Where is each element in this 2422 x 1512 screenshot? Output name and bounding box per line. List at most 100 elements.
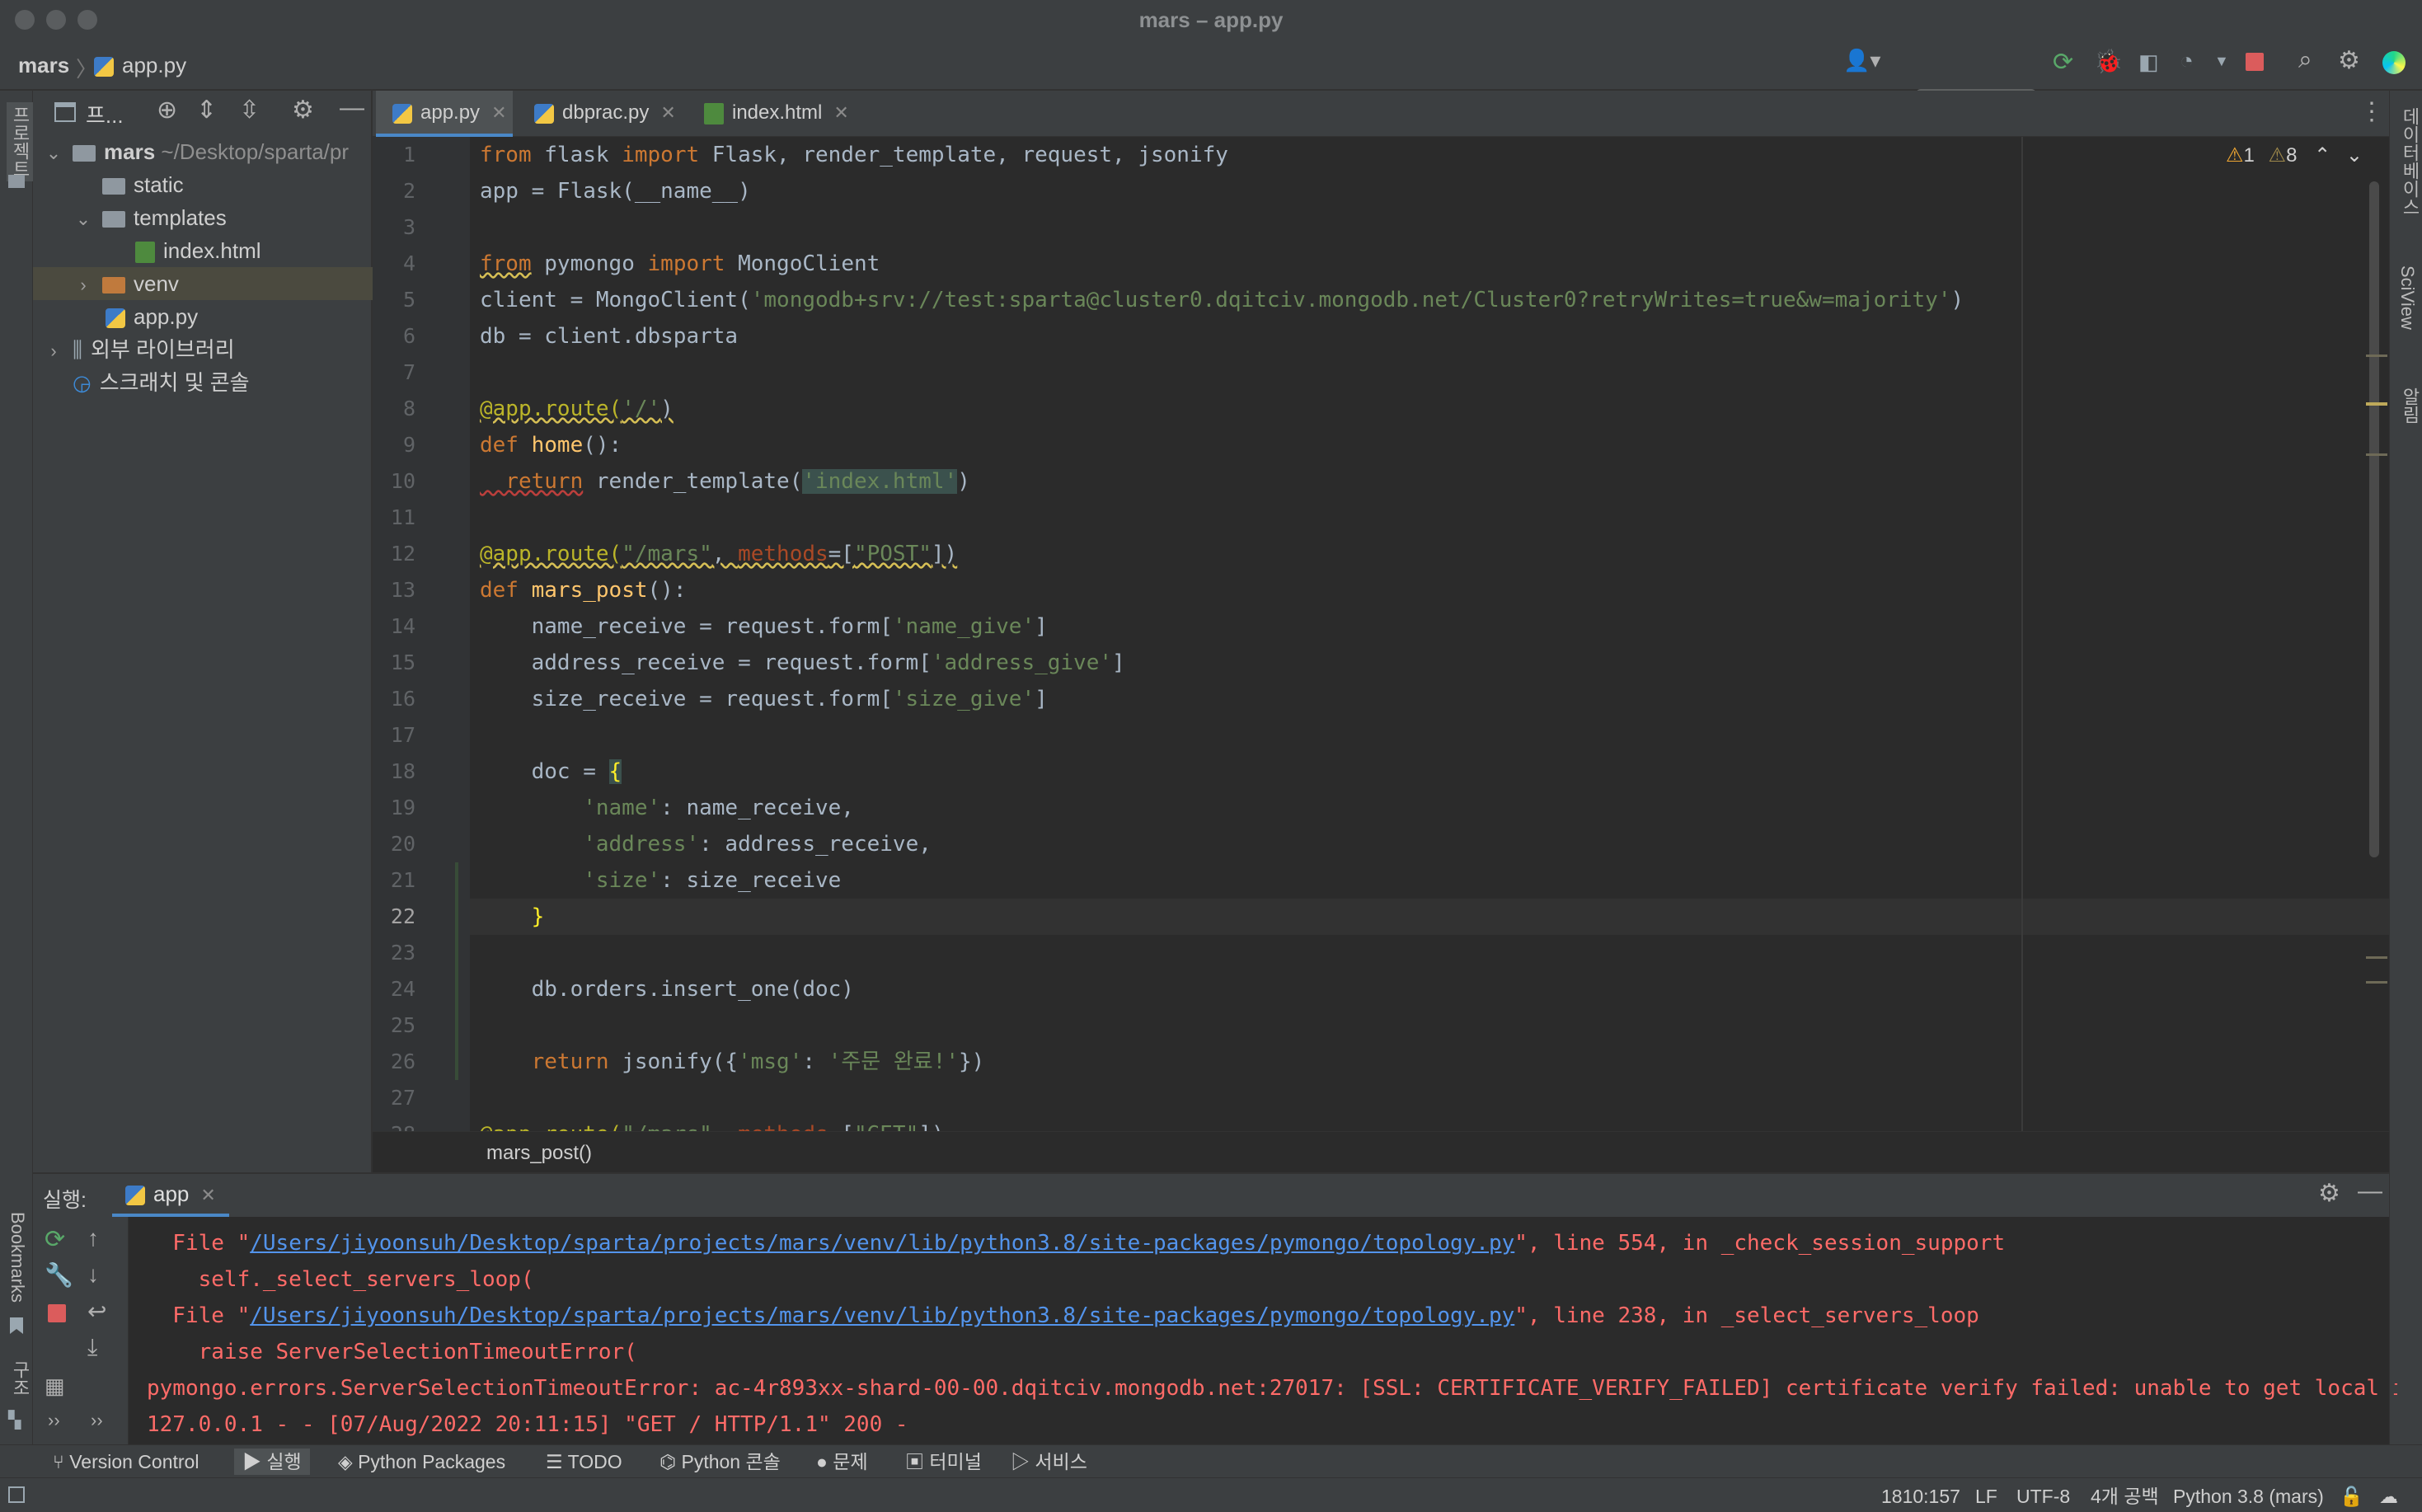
more-tabs-icon[interactable]: ⋮ xyxy=(2359,97,2384,126)
tab-label: app.py xyxy=(420,101,481,124)
database-tool-button[interactable]: 데이터베이스 xyxy=(2396,107,2422,216)
warning-count: 1 xyxy=(2243,144,2255,167)
file-encoding[interactable]: UTF-8 xyxy=(2016,1484,2070,1509)
breadcrumb-file[interactable]: app.py xyxy=(94,53,186,78)
weak-warning-stripe[interactable] xyxy=(2366,981,2387,984)
tool-python-console[interactable]: ⌬ Python 콘솔 xyxy=(659,1449,781,1475)
tree-item-venv[interactable]: › venv xyxy=(33,267,373,300)
gear-icon[interactable]: ⚙ xyxy=(2318,1179,2340,1208)
structure-tool-button[interactable]: 구조 xyxy=(7,1360,33,1397)
tab-dbprac-py[interactable]: dbprac.py ✕ xyxy=(518,91,683,137)
rerun-icon[interactable]: ⟳ xyxy=(2053,48,2073,77)
sciview-tool-button[interactable]: SciView xyxy=(2396,265,2418,330)
collapse-all-icon[interactable]: ⇳ xyxy=(239,96,260,124)
services-icon: ▷ xyxy=(1011,1451,1035,1472)
warning-stripe[interactable] xyxy=(2366,402,2387,406)
arrow-up-icon[interactable]: ↑ xyxy=(87,1225,99,1251)
folder-icon xyxy=(102,178,125,195)
breadcrumb-function[interactable]: mars_post() xyxy=(486,1142,592,1165)
more-run-options-icon[interactable]: ▼ xyxy=(2214,53,2229,70)
html-file-icon xyxy=(704,102,724,124)
close-icon[interactable]: ✕ xyxy=(833,102,848,123)
tool-todo[interactable]: ☰ TODO xyxy=(546,1449,622,1475)
inspection-widget[interactable]: ⚠1 ⚠8 ⌃ ⌄ xyxy=(2226,143,2363,167)
arrow-down-icon[interactable]: ↓ xyxy=(87,1261,99,1288)
lock-icon[interactable]: 🔓 xyxy=(2340,1484,2363,1509)
weak-warning-icon: ⚠ xyxy=(2268,144,2287,167)
search-icon[interactable]: ⌕ xyxy=(2298,46,2312,74)
tree-item-mars[interactable]: ⌄ mars ~/Desktop/sparta/pr xyxy=(33,135,373,168)
weak-warning-stripe[interactable] xyxy=(2366,453,2387,456)
tree-item-templates[interactable]: ⌄ templates xyxy=(33,201,373,234)
line-number: 9 xyxy=(402,433,415,457)
line-separator[interactable]: LF xyxy=(1975,1484,1997,1509)
code-line: def home(): xyxy=(480,433,622,458)
scroll-to-end-icon[interactable]: ⤓ xyxy=(87,1334,97,1361)
notification-icon[interactable]: ☁ xyxy=(2379,1484,2398,1509)
python-interpreter[interactable]: Python 3.8 (mars) xyxy=(2173,1484,2324,1509)
code-line: return render_template('index.html') xyxy=(480,469,970,494)
tool-run[interactable]: ▶ 실행 xyxy=(234,1449,310,1475)
close-icon[interactable]: ✕ xyxy=(200,1185,215,1205)
tool-terminal[interactable]: ▣ 터미널 xyxy=(905,1449,982,1475)
project-tool-window-button[interactable]: 프로젝트 xyxy=(7,102,33,181)
tree-item-external-libraries[interactable]: › ⫼ 외부 라이브러리 xyxy=(33,333,373,366)
tab-index-html[interactable]: index.html ✕ xyxy=(688,91,852,137)
tree-item-app-py[interactable]: app.py xyxy=(33,300,373,333)
bookmarks-tool-button[interactable]: Bookmarks xyxy=(7,1212,28,1303)
tool-problems[interactable]: ● 문제 xyxy=(816,1449,868,1475)
indent-setting[interactable]: 4개 공백 xyxy=(2091,1484,2159,1509)
project-panel-title[interactable]: 프... xyxy=(86,99,124,129)
line-number: 18 xyxy=(390,759,415,783)
more-icon[interactable]: ›› xyxy=(48,1410,60,1431)
next-highlight-icon[interactable]: ⌄ xyxy=(2346,144,2363,167)
account-icon[interactable]: 👤▾ xyxy=(1843,48,1886,81)
bookmarks-label: Bookmarks xyxy=(7,1212,28,1303)
tree-item-index-html[interactable]: index.html xyxy=(33,234,373,267)
stop-icon[interactable] xyxy=(48,1304,66,1322)
weak-warning-stripe[interactable] xyxy=(2366,355,2387,357)
stop-icon[interactable] xyxy=(2246,53,2264,71)
tool-version-control[interactable]: ⑂ Version Control xyxy=(53,1449,199,1475)
coverage-icon[interactable]: ◧ xyxy=(2138,49,2159,75)
breadcrumb-project[interactable]: mars xyxy=(18,53,69,78)
tool-services[interactable]: ▷ 서비스 xyxy=(1011,1449,1087,1475)
wrench-icon[interactable]: 🔧 xyxy=(45,1261,73,1289)
caret-position[interactable]: 1810:157 xyxy=(1881,1484,1960,1509)
close-icon[interactable]: ✕ xyxy=(491,102,506,123)
toggle-tool-windows-icon[interactable] xyxy=(8,1486,25,1503)
layout-icon[interactable]: ▦ xyxy=(45,1373,65,1399)
expand-all-icon[interactable]: ⇕ xyxy=(196,96,217,124)
gear-icon[interactable]: ⚙ xyxy=(292,96,314,124)
notifications-tool-button[interactable]: 알림 xyxy=(2396,387,2422,424)
gear-icon[interactable]: ⚙ xyxy=(2338,46,2360,75)
line-number: 10 xyxy=(390,469,415,493)
code-line: db = client.dbsparta xyxy=(480,324,739,349)
rerun-icon[interactable]: ⟳ xyxy=(45,1225,65,1254)
more-icon[interactable]: ›› xyxy=(91,1410,103,1431)
hide-panel-icon[interactable]: — xyxy=(340,94,364,122)
profile-icon[interactable]: ◔ xyxy=(2180,48,2194,74)
close-icon[interactable]: ✕ xyxy=(660,102,675,123)
branch-icon: ⑂ xyxy=(53,1451,70,1472)
soft-wrap-icon[interactable]: ↩ xyxy=(87,1298,106,1325)
locate-file-icon[interactable]: ⊕ xyxy=(157,96,177,124)
chevron-right-icon: › xyxy=(80,275,87,295)
debug-icon[interactable]: 🐞 xyxy=(2094,48,2123,75)
jetbrains-logo-icon[interactable] xyxy=(2382,51,2406,74)
folder-icon xyxy=(8,175,25,188)
tree-item-scratches[interactable]: ◶ 스크래치 및 콘솔 xyxy=(33,366,373,399)
tree-item-static[interactable]: static xyxy=(33,168,373,201)
editor-scrollbar[interactable] xyxy=(2369,181,2379,857)
previous-highlight-icon[interactable]: ⌃ xyxy=(2314,144,2330,167)
file-link[interactable]: /Users/jiyoonsuh/Desktop/sparta/projects… xyxy=(250,1231,1514,1256)
hide-panel-icon[interactable]: — xyxy=(2358,1177,2382,1205)
weak-warning-stripe[interactable] xyxy=(2366,956,2387,959)
tool-python-packages[interactable]: ◈ Python Packages xyxy=(338,1449,505,1475)
editor-tabs: app.py ✕ dbprac.py ✕ index.html ✕ ⋮ xyxy=(373,91,2389,137)
tab-app-py[interactable]: app.py ✕ xyxy=(376,91,513,137)
run-tab-app[interactable]: app ✕ xyxy=(112,1174,229,1217)
code-editor[interactable]: from flask import Flask, render_template… xyxy=(470,137,2389,1131)
file-link[interactable]: /Users/jiyoonsuh/Desktop/sparta/projects… xyxy=(250,1303,1514,1328)
left-tool-strip: 프로젝트 Bookmarks 구조 ▚ xyxy=(0,91,33,1458)
